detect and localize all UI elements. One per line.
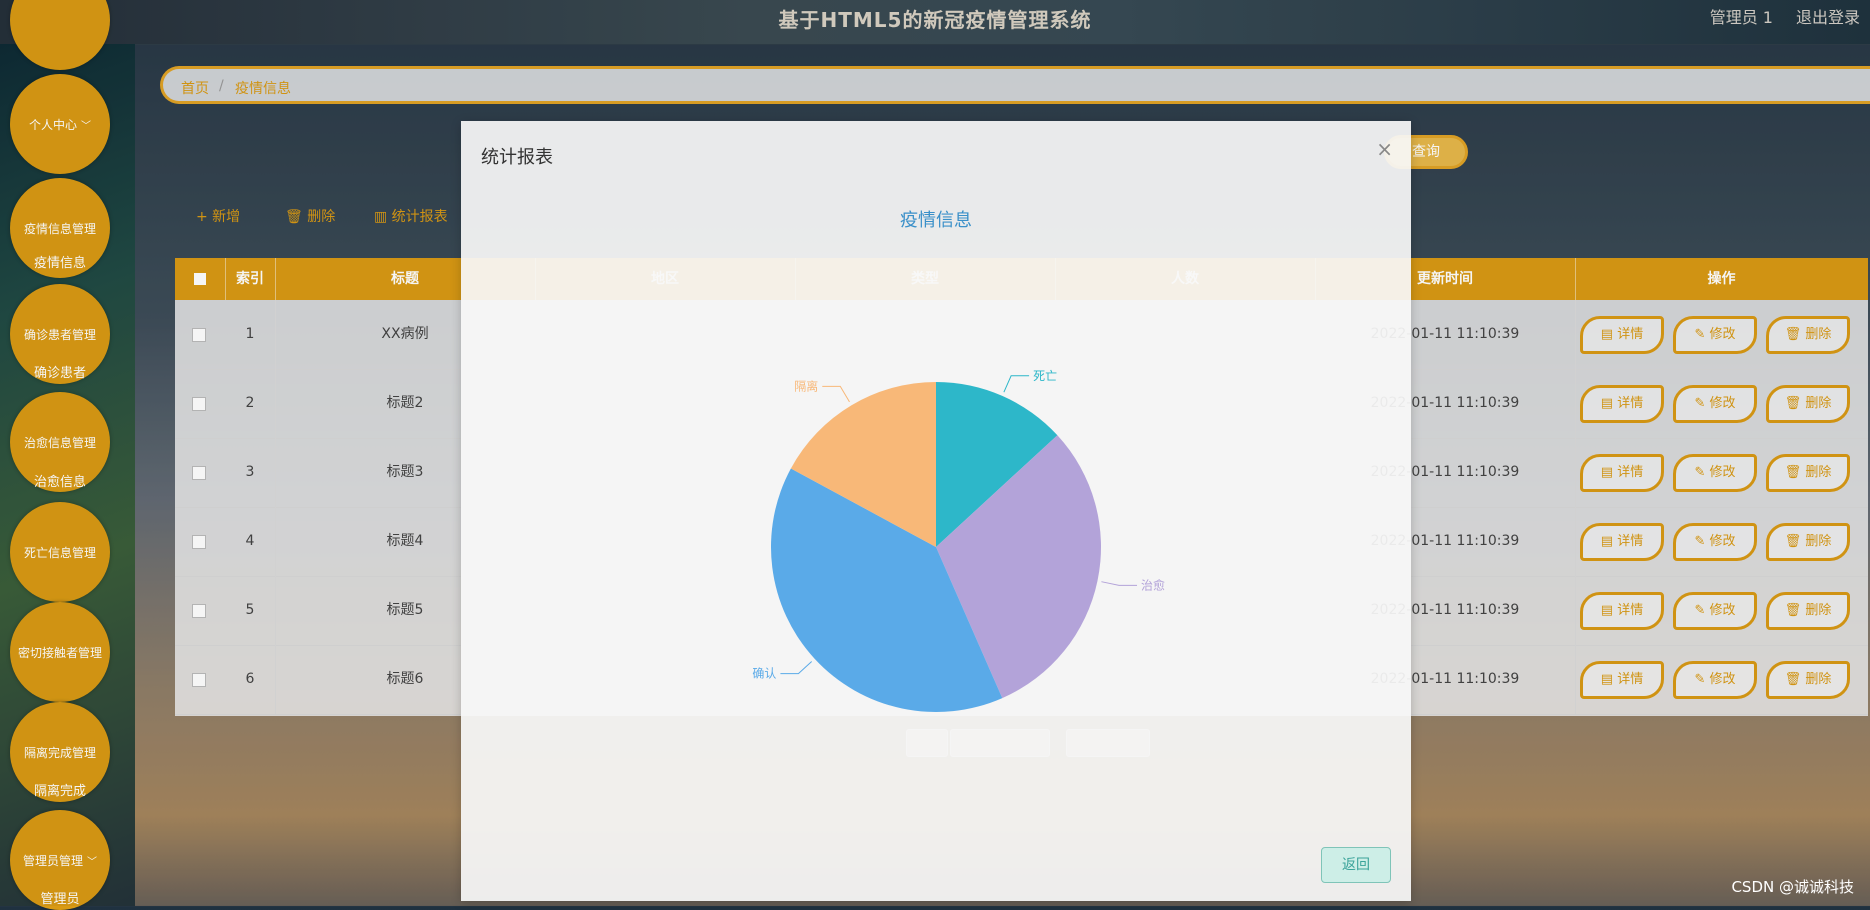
back-button[interactable]: 返回 bbox=[1321, 847, 1391, 883]
close-icon[interactable]: × bbox=[1376, 137, 1393, 161]
pie-label-line-2 bbox=[780, 661, 813, 675]
pie-label-2: 确认 bbox=[752, 667, 776, 681]
pie-label-1: 治愈 bbox=[1141, 577, 1165, 592]
pie-label-line-1 bbox=[1101, 581, 1138, 586]
pie-chart: 死亡治愈确认 隔离 bbox=[752, 369, 1165, 712]
dialog-title: 统计报表 bbox=[481, 147, 553, 168]
stats-report-dialog: 统计报表 × 疫情信息 死亡治愈确认 隔离 返回 bbox=[461, 121, 1411, 901]
pie-label-3: 隔离 bbox=[794, 378, 818, 393]
chart-title: 疫情信息 bbox=[900, 210, 972, 231]
pie-label-line-3 bbox=[822, 385, 850, 403]
pie-label-0: 死亡 bbox=[1033, 369, 1057, 383]
watermark: CSDN @诚诚科技 bbox=[1731, 878, 1854, 896]
pie-label-line-0 bbox=[1003, 375, 1030, 393]
